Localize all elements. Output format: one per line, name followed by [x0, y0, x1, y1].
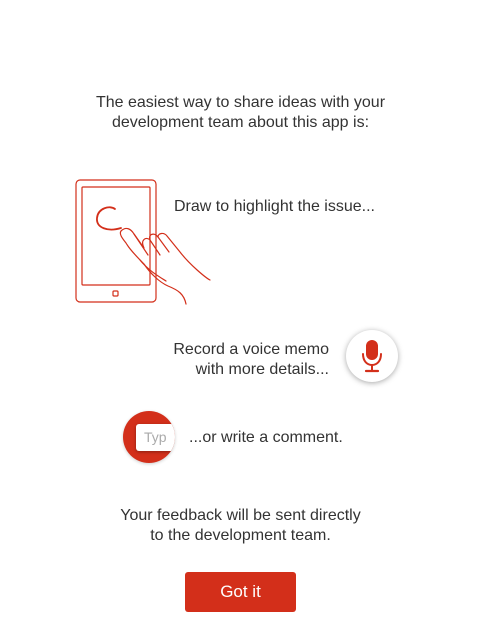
intro-line-2: development team about this app is:: [111, 114, 370, 131]
comment-instruction: ...or write a comment.: [189, 429, 343, 446]
got-it-button[interactable]: Got it: [185, 572, 296, 612]
write-comment-button[interactable]: Typ: [123, 411, 175, 463]
voice-line-1: Record a voice memo: [173, 341, 329, 358]
record-voice-button[interactable]: [346, 330, 398, 382]
intro-line-1: The easiest way to share ideas with your: [95, 94, 386, 111]
microphone-icon: [362, 340, 382, 373]
intro-text: The easiest way to share ideas with your…: [0, 93, 481, 133]
footer-text: Your feedback will be sent directly to t…: [0, 506, 481, 546]
voice-instruction: Record a voice memo with more details...: [173, 340, 329, 380]
draw-instruction: Draw to highlight the issue...: [174, 198, 375, 215]
footer-line-2: to the development team.: [150, 527, 331, 544]
footer-line-1: Your feedback will be sent directly: [120, 507, 361, 524]
comment-field-text: Typ: [144, 429, 167, 445]
voice-line-2: with more details...: [195, 361, 329, 378]
text-field-icon: Typ: [136, 424, 175, 451]
